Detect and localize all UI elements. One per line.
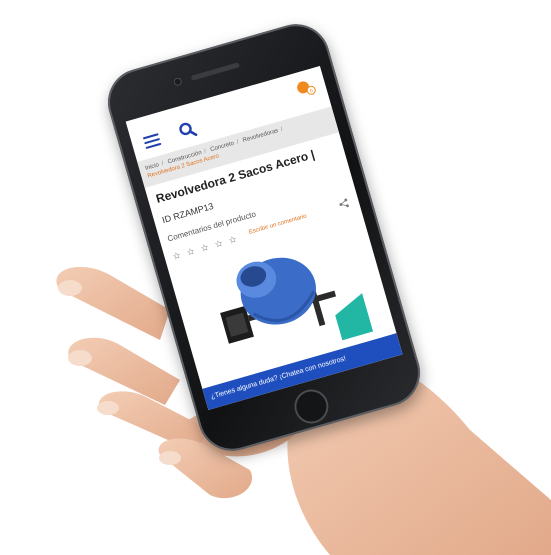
front-camera [172, 76, 183, 87]
search-icon[interactable] [176, 119, 198, 141]
hamburger-menu-icon[interactable] [142, 133, 162, 151]
cart-icon[interactable]: 0 [293, 74, 318, 99]
earpiece-speaker [190, 62, 241, 81]
home-button[interactable] [290, 385, 333, 428]
product-id: ID RZAMP13 [160, 200, 215, 226]
share-icon[interactable] [338, 198, 350, 210]
